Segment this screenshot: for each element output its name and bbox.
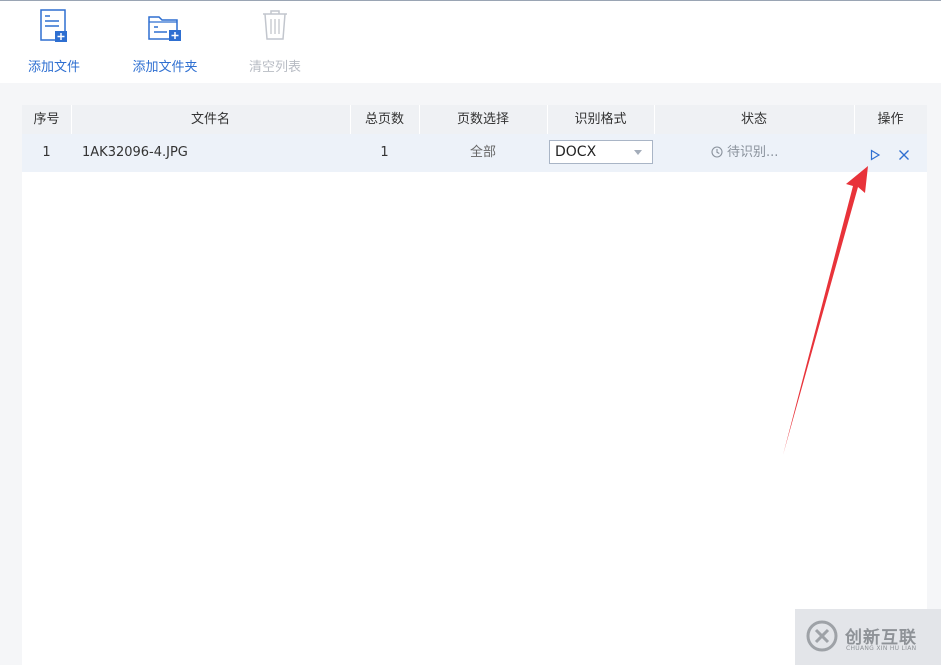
clear-list-label: 清空列表 (248, 60, 301, 75)
add-file-icon (40, 9, 68, 47)
column-header-status: 状态 (740, 112, 767, 127)
watermark: 创新互联 CHUANG XIN HU LIAN (795, 609, 941, 665)
close-icon[interactable] (898, 146, 910, 165)
watermark-logo-icon (805, 619, 839, 657)
clock-icon (711, 146, 723, 158)
add-folder-button[interactable]: 添加文件夹 (128, 1, 202, 83)
add-file-label: 添加文件 (27, 60, 80, 75)
column-header-total-pages: 总页数 (364, 112, 404, 127)
add-folder-label: 添加文件夹 (132, 60, 198, 75)
format-select-value: DOCX (555, 144, 597, 160)
column-header-page-selection: 页数选择 (456, 112, 509, 127)
column-header-filename: 文件名 (190, 112, 230, 127)
row-index: 1 (42, 145, 51, 160)
column-header-index: 序号 (33, 112, 60, 127)
row-filename: 1AK32096-4.JPG (82, 145, 188, 160)
trash-icon (262, 9, 288, 45)
row-page-selection[interactable]: 全部 (419, 134, 547, 172)
row-total-pages: 1 (380, 145, 389, 160)
clear-list-button[interactable]: 清空列表 (241, 1, 309, 83)
play-icon[interactable] (869, 146, 881, 165)
file-list-panel: 序号 文件名 总页数 页数选择 识别格式 状态 操作 1 1AK32096-4.… (22, 105, 927, 665)
toolbar: 添加文件 添加文件夹 清空列表 (0, 1, 941, 83)
column-header-actions: 操作 (877, 112, 904, 127)
table-header: 序号 文件名 总页数 页数选择 识别格式 状态 操作 (22, 105, 927, 134)
format-select[interactable]: DOCX (549, 140, 653, 164)
row-status: 待识别... (711, 134, 778, 172)
column-header-format: 识别格式 (574, 112, 627, 127)
add-folder-icon (147, 9, 183, 47)
row-status-text: 待识别... (727, 145, 779, 160)
table-row[interactable]: 1 1AK32096-4.JPG 1 全部 DOCX 待识别... (22, 134, 927, 172)
add-file-button[interactable]: 添加文件 (20, 1, 88, 83)
watermark-subtext: CHUANG XIN HU LIAN (846, 645, 917, 652)
chevron-down-icon (634, 150, 642, 155)
